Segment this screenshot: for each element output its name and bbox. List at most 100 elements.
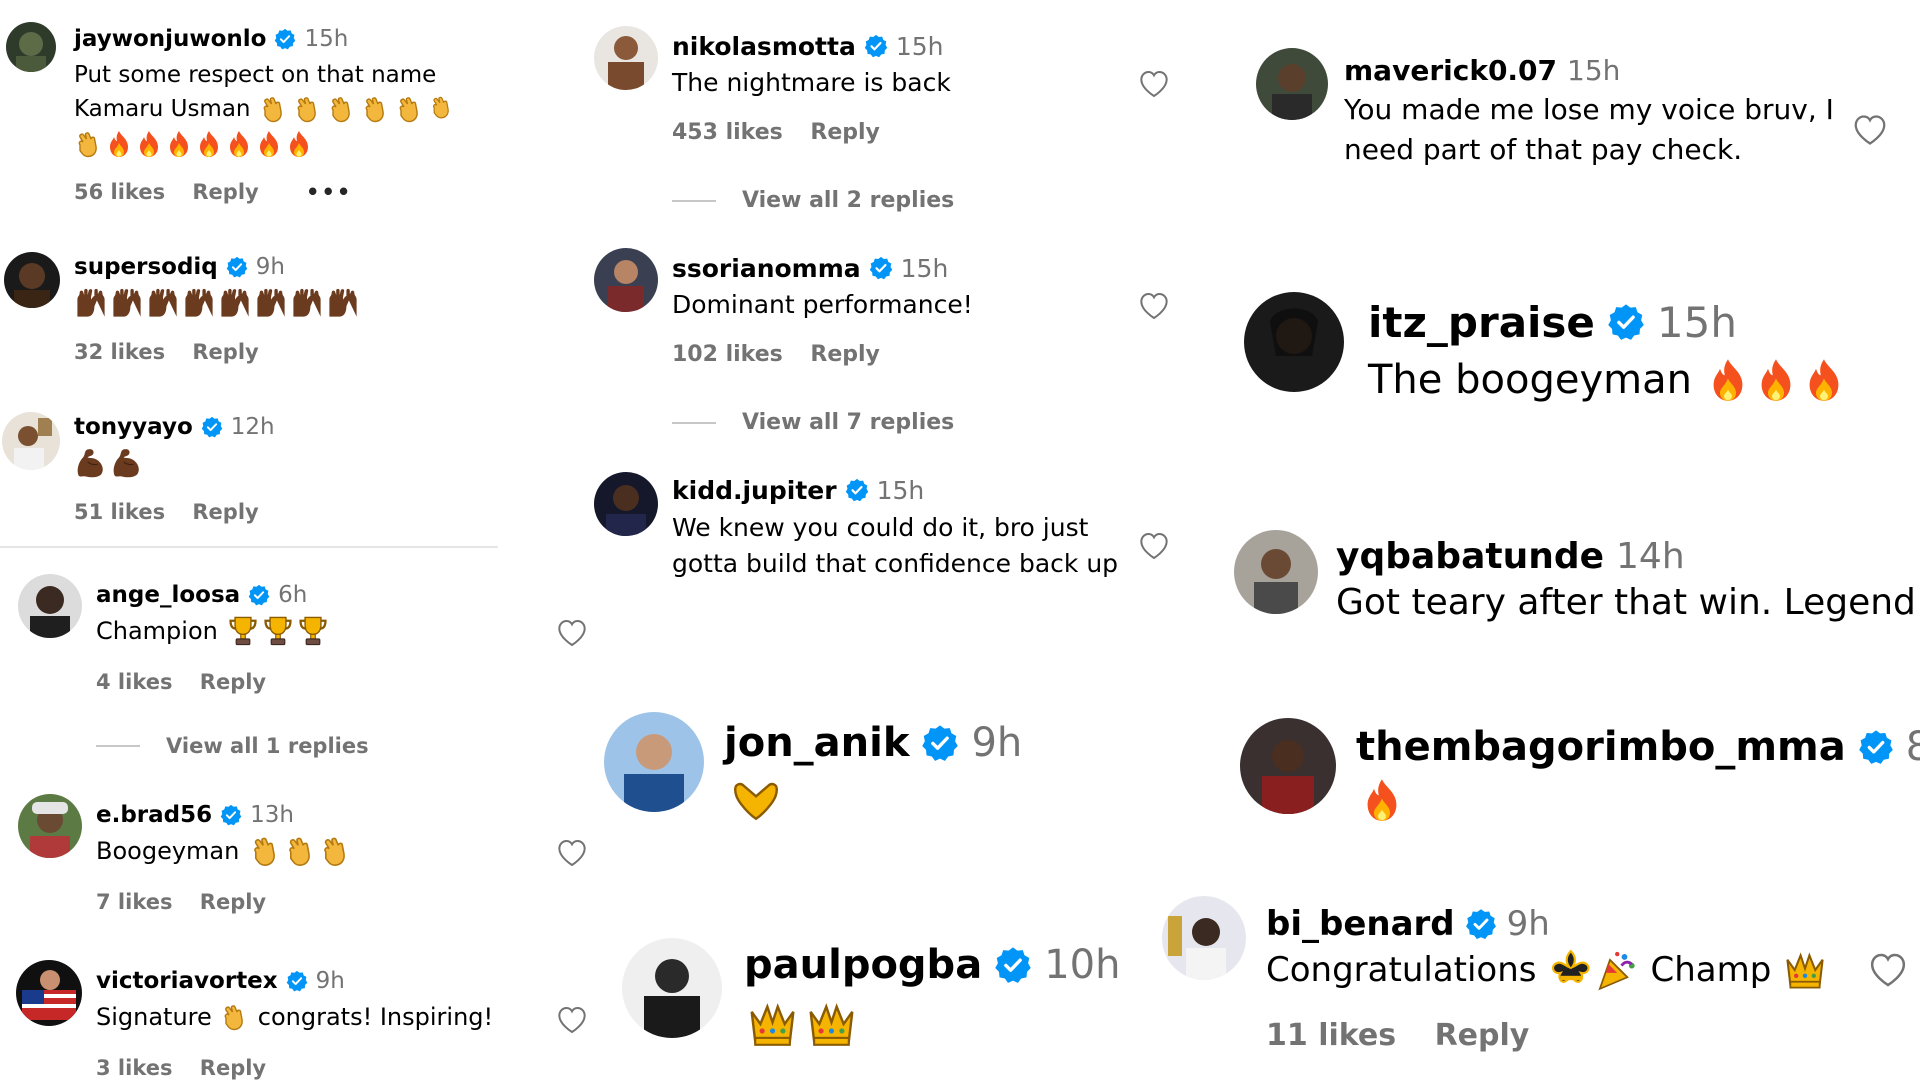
verified-badge-icon [286, 970, 308, 992]
timestamp: 15h [1656, 297, 1737, 347]
reply-button[interactable]: Reply [192, 340, 258, 364]
raising-hands-emoji-icon [74, 286, 364, 320]
like-heart-icon[interactable] [556, 617, 588, 649]
verified-badge-icon [1607, 303, 1645, 341]
like-heart-icon[interactable] [1138, 68, 1170, 100]
comment-text: Boogeyman [96, 837, 240, 865]
username[interactable]: ssorianomma [672, 254, 861, 283]
like-heart-icon[interactable] [556, 837, 588, 869]
username[interactable]: supersodiq [74, 254, 218, 280]
avatar[interactable] [594, 26, 658, 90]
username[interactable]: nikolasmotta [672, 32, 856, 61]
crown-emoji-icon [746, 998, 858, 1050]
avatar[interactable] [18, 574, 82, 638]
reply-button[interactable]: Reply [200, 1056, 266, 1080]
username[interactable]: maverick0.07 [1344, 54, 1557, 87]
trophy-emoji-icon [226, 614, 330, 648]
emoji-row-fire-icon [74, 129, 314, 159]
like-heart-icon[interactable] [1138, 290, 1170, 322]
crown-emoji-icon [1783, 948, 1827, 992]
username[interactable]: kidd.jupiter [672, 476, 837, 505]
username[interactable]: victoriavortex [96, 968, 278, 994]
like-count[interactable]: 7 likes [96, 890, 172, 914]
view-replies-button[interactable]: View all 2 replies [672, 188, 954, 213]
avatar[interactable] [16, 960, 82, 1026]
avatar[interactable] [18, 794, 82, 858]
avatar[interactable] [1244, 292, 1344, 392]
avatar[interactable] [1162, 896, 1246, 980]
flexed-biceps-emoji-icon [74, 446, 146, 480]
timestamp: 15h [895, 31, 944, 61]
view-replies-button[interactable]: View all 7 replies [672, 410, 954, 435]
like-count[interactable]: 4 likes [96, 670, 172, 694]
comment-text: Put some respect on that name [74, 62, 437, 88]
timestamp: 6h [278, 582, 308, 608]
comment-text: Champ [1650, 950, 1772, 990]
reply-button[interactable]: Reply [810, 342, 880, 367]
timestamp: 10h [1044, 942, 1121, 988]
like-heart-icon[interactable] [1138, 530, 1170, 562]
clap-emoji-icon [259, 94, 455, 124]
like-count[interactable]: 11 likes [1266, 1018, 1396, 1053]
like-heart-icon[interactable] [1852, 112, 1888, 148]
avatar[interactable] [1256, 48, 1328, 120]
timestamp: 9h [971, 720, 1023, 766]
view-replies-label: View all 1 replies [166, 734, 369, 758]
reply-button[interactable]: Reply [192, 180, 258, 204]
section-divider [0, 546, 498, 548]
comment-text: Congratulations [1266, 950, 1537, 990]
timestamp: 9h [255, 254, 285, 280]
reply-button[interactable]: Reply [1435, 1018, 1530, 1053]
like-count[interactable]: 3 likes [96, 1056, 172, 1080]
comment-text: We knew you could do it, bro just [672, 513, 1089, 542]
avatar[interactable] [594, 248, 658, 312]
username[interactable]: tonyyayo [74, 414, 193, 440]
username[interactable]: thembagorimbo_mma [1356, 724, 1846, 770]
more-options-icon[interactable]: ••• [306, 180, 352, 204]
timestamp: 12h [230, 414, 275, 440]
like-count[interactable]: 102 likes [672, 342, 783, 367]
comment-text: Champion [96, 617, 218, 645]
reply-button[interactable]: Reply [810, 120, 880, 145]
avatar[interactable] [1240, 718, 1336, 814]
clap-emoji-icon [220, 1002, 250, 1032]
avatar[interactable] [2, 412, 60, 470]
heart-hands-emoji-icon [730, 772, 782, 824]
username[interactable]: paulpogba [744, 942, 982, 988]
reply-button[interactable]: Reply [200, 890, 266, 914]
avatar[interactable] [622, 938, 722, 1038]
verified-badge-icon [845, 478, 869, 502]
like-heart-icon[interactable] [556, 1004, 588, 1036]
username[interactable]: jaywonjuwonlo [74, 26, 266, 52]
verified-badge-icon [864, 34, 888, 58]
like-count[interactable]: 51 likes [74, 500, 165, 524]
username[interactable]: bi_benard [1266, 904, 1455, 944]
like-heart-icon[interactable] [1868, 950, 1908, 990]
username[interactable]: jon_anik [724, 720, 909, 766]
view-replies-label: View all 7 replies [742, 410, 955, 435]
username[interactable]: e.brad56 [96, 802, 212, 828]
timestamp: 15h [900, 253, 949, 283]
username[interactable]: yqbabatunde [1336, 536, 1604, 577]
like-count[interactable]: 32 likes [74, 340, 165, 364]
comment-text: congrats! Inspiring! [257, 1003, 494, 1031]
reply-button[interactable]: Reply [200, 670, 266, 694]
view-replies-label: View all 2 replies [742, 188, 955, 213]
comment-text: You made me lose my voice bruv, I [1344, 93, 1834, 126]
like-count[interactable]: 56 likes [74, 180, 165, 204]
reply-button[interactable]: Reply [192, 500, 258, 524]
view-replies-button[interactable]: View all 1 replies [96, 734, 369, 758]
comment-text: The boogeyman [1368, 357, 1692, 403]
username[interactable]: ange_loosa [96, 582, 240, 608]
avatar[interactable] [604, 712, 704, 812]
avatar[interactable] [594, 472, 658, 536]
avatar[interactable] [1234, 530, 1318, 614]
timestamp: 15h [876, 475, 925, 505]
like-count[interactable]: 453 likes [672, 120, 783, 145]
username[interactable]: itz_praise [1368, 298, 1595, 347]
verified-badge-icon [248, 584, 270, 606]
verified-badge-icon [220, 804, 242, 826]
verified-badge-icon [921, 724, 959, 762]
avatar[interactable] [6, 22, 56, 72]
avatar[interactable] [4, 252, 60, 308]
